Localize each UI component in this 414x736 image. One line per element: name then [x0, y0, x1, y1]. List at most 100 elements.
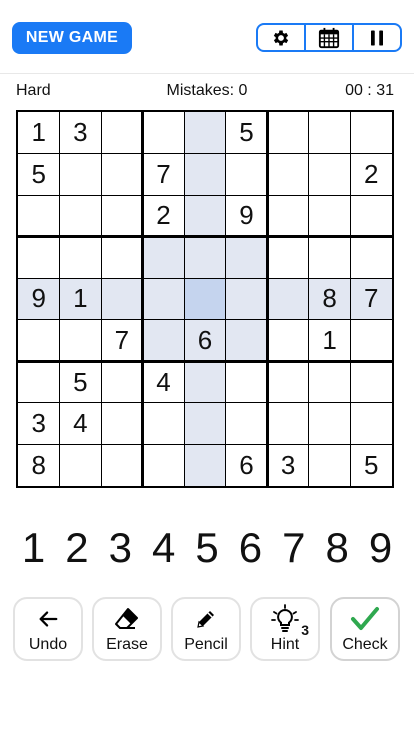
numpad-key[interactable]: 8 — [316, 520, 359, 576]
pause-icon — [371, 30, 383, 45]
sudoku-cell[interactable]: 5 — [60, 361, 102, 403]
sudoku-cell[interactable] — [309, 361, 351, 403]
sudoku-cell[interactable] — [60, 320, 102, 362]
sudoku-cell[interactable]: 2 — [143, 195, 185, 237]
sudoku-cell[interactable] — [143, 112, 185, 154]
sudoku-cell[interactable] — [101, 444, 143, 486]
sudoku-cell[interactable] — [350, 112, 392, 154]
new-game-button[interactable]: NEW GAME — [12, 22, 132, 54]
sudoku-cell[interactable] — [101, 403, 143, 445]
sudoku-cell[interactable] — [101, 237, 143, 279]
numpad-key[interactable]: 4 — [142, 520, 185, 576]
sudoku-cell[interactable]: 5 — [18, 154, 60, 196]
erase-button[interactable]: Erase — [92, 597, 162, 661]
check-button[interactable]: Check — [330, 597, 400, 661]
sudoku-cell[interactable] — [143, 444, 185, 486]
numpad-key[interactable]: 1 — [12, 520, 55, 576]
sudoku-cell[interactable] — [309, 112, 351, 154]
sudoku-cell[interactable] — [142, 319, 185, 362]
sudoku-cell[interactable]: 8 — [308, 278, 351, 320]
calendar-button[interactable] — [306, 25, 354, 50]
sudoku-cell[interactable]: 6 — [226, 444, 268, 486]
sudoku-cell[interactable] — [60, 237, 102, 279]
sudoku-cell[interactable] — [267, 112, 309, 154]
sudoku-cell[interactable] — [350, 195, 392, 237]
sudoku-cell[interactable] — [18, 320, 60, 362]
settings-button[interactable] — [258, 25, 306, 50]
sudoku-cell[interactable] — [309, 195, 351, 237]
sudoku-cell[interactable] — [225, 236, 268, 279]
sudoku-cell[interactable] — [60, 195, 102, 237]
sudoku-cell[interactable] — [60, 444, 102, 486]
sudoku-cell[interactable]: 2 — [350, 154, 392, 196]
sudoku-cell[interactable]: 4 — [143, 361, 185, 403]
sudoku-cell[interactable]: 7 — [101, 320, 143, 362]
sudoku-cell[interactable] — [184, 195, 226, 237]
sudoku-cell[interactable]: 8 — [18, 444, 60, 486]
pencil-button[interactable]: Pencil — [171, 597, 241, 661]
numpad-key[interactable]: 7 — [272, 520, 315, 576]
sudoku-cell[interactable]: 6 — [184, 319, 226, 362]
sudoku-cell[interactable]: 1 — [309, 320, 351, 362]
sudoku-cell[interactable]: 9 — [226, 195, 268, 237]
sudoku-cell[interactable] — [142, 236, 185, 279]
sudoku-cell[interactable] — [267, 195, 309, 237]
pause-button[interactable] — [354, 25, 400, 50]
sudoku-cell[interactable] — [143, 403, 185, 445]
sudoku-cell[interactable]: 3 — [60, 112, 102, 154]
sudoku-cell[interactable] — [267, 237, 309, 279]
numpad-key[interactable]: 5 — [186, 520, 229, 576]
sudoku-cell[interactable]: 1 — [59, 278, 102, 320]
sudoku-cell[interactable] — [184, 112, 226, 154]
numpad-key[interactable]: 3 — [99, 520, 142, 576]
sudoku-cell[interactable] — [309, 154, 351, 196]
sudoku-cell[interactable] — [184, 278, 226, 320]
sudoku-cell[interactable] — [101, 278, 143, 320]
sudoku-cell[interactable]: 5 — [350, 444, 392, 486]
sudoku-cell[interactable]: 9 — [18, 278, 60, 320]
sudoku-cell[interactable] — [225, 278, 268, 320]
sudoku-cell[interactable] — [184, 153, 226, 196]
sudoku-cell[interactable] — [350, 403, 392, 445]
sudoku-cell[interactable]: 7 — [350, 278, 392, 320]
numpad-key[interactable]: 6 — [229, 520, 272, 576]
sudoku-cell[interactable] — [101, 361, 143, 403]
sudoku-cell[interactable]: 4 — [60, 403, 102, 445]
sudoku-cell[interactable] — [184, 361, 226, 403]
sudoku-cell[interactable]: 5 — [226, 112, 268, 154]
sudoku-cell[interactable] — [267, 403, 309, 445]
sudoku-cell[interactable] — [309, 403, 351, 445]
sudoku-cell[interactable] — [350, 237, 392, 279]
sudoku-cell[interactable] — [267, 154, 309, 196]
hint-button[interactable]: 3 Hint — [250, 597, 320, 661]
sudoku-cell[interactable] — [184, 444, 226, 486]
sudoku-cell[interactable] — [309, 444, 351, 486]
sudoku-cell[interactable] — [18, 195, 60, 237]
sudoku-cell[interactable] — [60, 154, 102, 196]
sudoku-cell[interactable] — [184, 236, 226, 279]
sudoku-cell[interactable] — [184, 402, 226, 445]
sudoku-cell[interactable] — [350, 320, 392, 362]
numpad-key[interactable]: 9 — [359, 520, 402, 576]
sudoku-cell[interactable] — [101, 154, 143, 196]
sudoku-cell[interactable] — [267, 278, 309, 320]
sudoku-cell[interactable] — [101, 195, 143, 237]
sudoku-cell[interactable] — [225, 319, 268, 362]
sudoku-cell[interactable]: 7 — [143, 154, 185, 196]
sudoku-cell[interactable] — [267, 361, 309, 403]
sudoku-cell[interactable] — [18, 361, 60, 403]
sudoku-cell[interactable]: 3 — [18, 403, 60, 445]
sudoku-cell[interactable] — [267, 320, 309, 362]
sudoku-cell[interactable] — [142, 278, 185, 320]
sudoku-cell[interactable] — [101, 112, 143, 154]
sudoku-cell[interactable] — [226, 361, 268, 403]
undo-button[interactable]: Undo — [13, 597, 83, 661]
sudoku-cell[interactable] — [226, 403, 268, 445]
numpad-key[interactable]: 2 — [55, 520, 98, 576]
sudoku-cell[interactable]: 1 — [18, 112, 60, 154]
sudoku-cell[interactable]: 3 — [267, 444, 309, 486]
sudoku-cell[interactable] — [18, 237, 60, 279]
sudoku-cell[interactable] — [350, 361, 392, 403]
sudoku-cell[interactable] — [309, 237, 351, 279]
sudoku-cell[interactable] — [226, 154, 268, 196]
